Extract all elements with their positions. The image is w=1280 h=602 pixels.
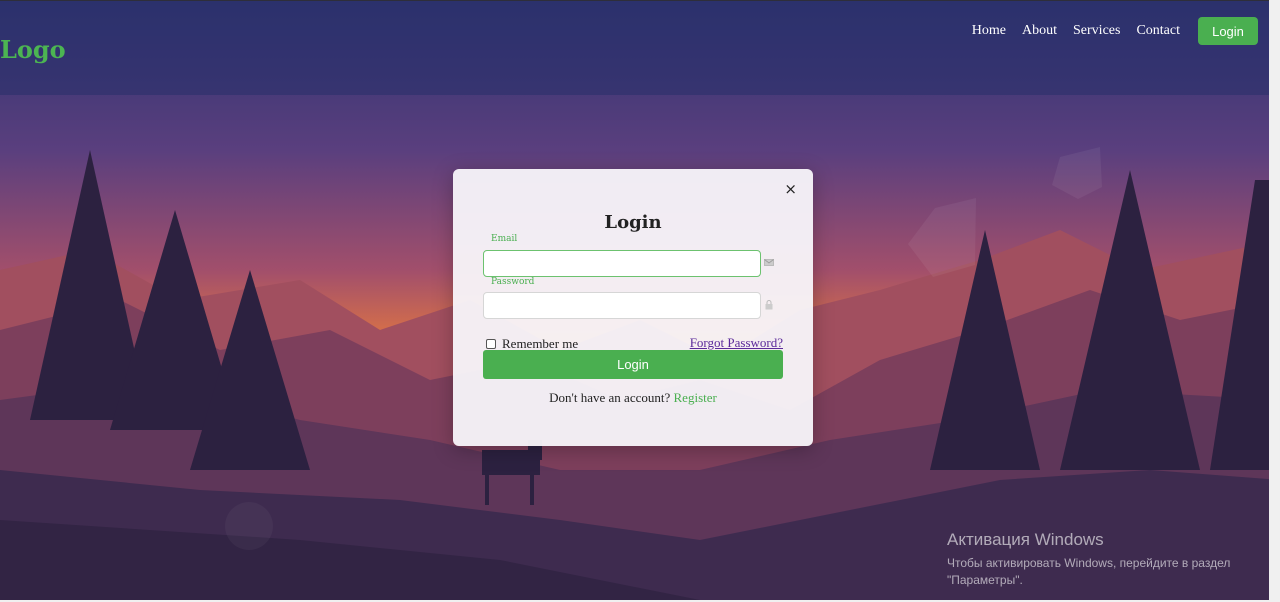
envelope-icon	[764, 258, 774, 266]
email-label: Email	[491, 234, 518, 244]
close-icon[interactable]: ×	[784, 180, 797, 198]
forgot-password-link[interactable]: Forgot Password?	[690, 335, 783, 351]
nav-link-about[interactable]: About	[1022, 23, 1057, 39]
main-nav: Home About Services Contact Login	[956, 17, 1258, 45]
watermark-line-1: Чтобы активировать Windows, перейдите в …	[947, 556, 1231, 570]
login-submit-button[interactable]: Login	[483, 350, 783, 379]
nav-login-button[interactable]: Login	[1198, 17, 1258, 45]
nav-link-home[interactable]: Home	[972, 23, 1006, 39]
login-modal: × Login Email Password Remember me Forgo…	[453, 169, 813, 446]
register-prompt: Don't have an account? Register	[453, 390, 813, 406]
modal-title: Login	[604, 212, 662, 233]
password-field[interactable]	[483, 292, 761, 319]
nav-link-services[interactable]: Services	[1073, 23, 1120, 39]
email-field[interactable]	[483, 250, 761, 277]
site-logo[interactable]: Logo	[0, 35, 66, 64]
top-navigation-bar: Logo Home About Services Contact Login	[0, 0, 1280, 95]
password-label: Password	[491, 277, 535, 287]
no-account-text: Don't have an account?	[549, 390, 671, 405]
watermark-line-2: "Параметры".	[947, 573, 1023, 587]
windows-activation-watermark: Активация Windows Чтобы активировать Win…	[947, 530, 1230, 589]
register-link[interactable]: Register	[674, 390, 717, 405]
remember-me-checkbox[interactable]	[486, 339, 496, 349]
watermark-title: Активация Windows	[947, 530, 1104, 549]
nav-link-contact[interactable]: Contact	[1136, 23, 1180, 39]
vertical-scrollbar[interactable]	[1269, 0, 1280, 602]
lock-icon	[764, 300, 774, 310]
